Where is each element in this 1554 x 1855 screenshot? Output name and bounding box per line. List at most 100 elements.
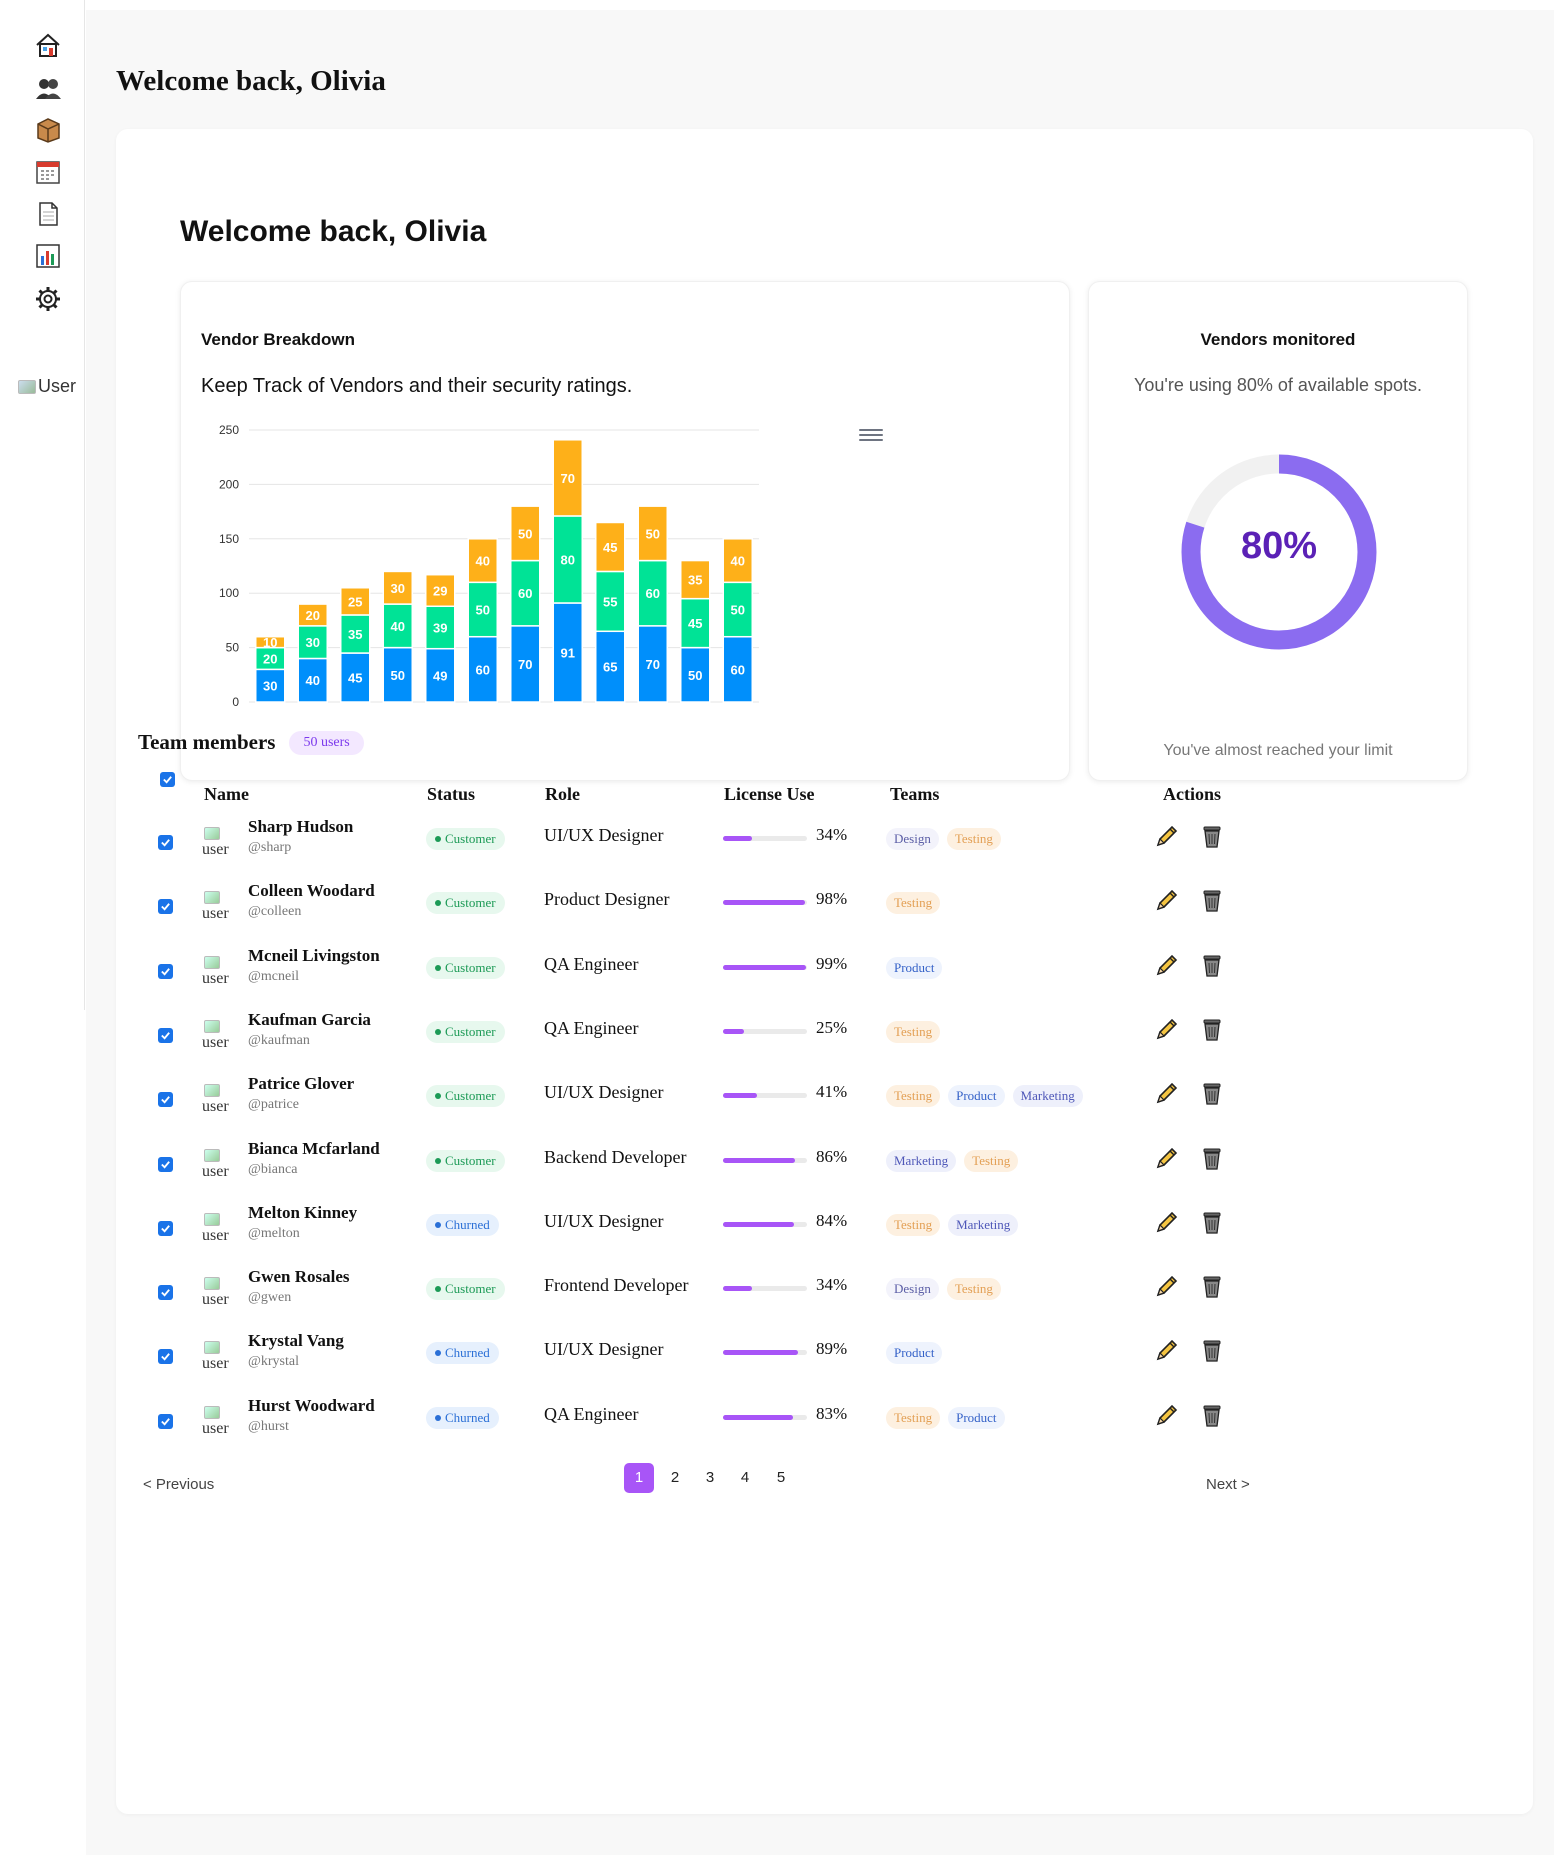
column-name[interactable]: Name [204,784,249,805]
row-checkbox[interactable] [158,963,173,979]
edit-icon[interactable] [1154,952,1180,978]
member-handle: @gwen [248,1290,292,1306]
team-tag: Product [948,1406,1005,1429]
member-handle: @colleen [248,904,302,920]
document-icon[interactable] [34,200,62,228]
team-tag: Testing [886,1406,941,1429]
edit-icon[interactable] [1154,887,1180,913]
avatar: user [202,891,238,925]
avatar: user [202,1341,238,1375]
settings-icon[interactable] [34,285,62,313]
member-name: Kaufman Garcia [248,1009,371,1029]
avatar-alt-text: user [202,1419,229,1437]
previous-page-link[interactable]: < Previous [143,1476,214,1493]
team-header: Team members 50 users [138,730,364,755]
member-handle: @sharp [248,840,292,855]
page-4-button[interactable]: 4 [730,1463,760,1493]
select-all-checkbox[interactable] [160,772,175,787]
bar-chart-icon[interactable] [34,242,62,270]
member-role: Frontend Developer [544,1275,689,1296]
team-tag: Marketing [886,1149,957,1172]
edit-icon[interactable] [1154,1145,1180,1171]
calendar-icon[interactable] [34,158,62,186]
delete-icon[interactable] [1200,1016,1224,1042]
delete-icon[interactable] [1200,1209,1224,1235]
users-icon[interactable] [34,74,62,102]
edit-icon[interactable] [1154,823,1180,849]
broken-image-icon [204,891,220,905]
edit-icon[interactable] [1154,1273,1180,1299]
broken-image-icon [18,379,36,394]
user-avatar[interactable]: User [18,376,76,397]
home-icon[interactable] [34,31,62,59]
team-tag: Marketing [948,1213,1019,1236]
license-percent: 84% [816,1210,848,1230]
row-checkbox[interactable] [158,1092,173,1108]
license-percent: 34% [816,825,848,844]
team-tags: Testing Product [886,1406,1005,1429]
edit-icon[interactable] [1154,1402,1180,1428]
delete-icon[interactable] [1200,952,1224,978]
member-name: Patrice Glover [248,1074,355,1094]
license-percent: 86% [816,1146,848,1166]
page-5-button[interactable]: 5 [766,1463,796,1493]
row-checkbox[interactable] [158,1027,173,1043]
team-tag: Testing [886,1213,941,1236]
page-3-button[interactable]: 3 [695,1463,725,1493]
team-tags: Marketing Testing [886,1149,1019,1172]
team-section: Team members 50 users Name Status Role L… [86,0,1554,1855]
license-percent: 83% [816,1403,848,1423]
delete-icon[interactable] [1200,1080,1224,1106]
page-1-button[interactable]: 1 [624,1463,654,1493]
row-checkbox[interactable] [158,1156,173,1172]
row-checkbox[interactable] [158,1413,173,1429]
team-tag: Testing [886,1020,941,1043]
edit-icon[interactable] [1154,1337,1180,1363]
column-status[interactable]: Status [427,784,475,805]
column-role[interactable]: Role [545,784,580,805]
edit-icon[interactable] [1154,1080,1180,1106]
status-badge: Churned [426,1213,499,1236]
avatar: user [202,955,238,990]
avatar: user [202,827,238,861]
row-checkbox[interactable] [158,1285,173,1301]
team-tags: Testing [886,892,941,915]
page-2-button[interactable]: 2 [660,1463,690,1493]
row-checkbox[interactable] [158,899,173,915]
delete-icon[interactable] [1200,1337,1224,1363]
broken-image-icon [204,1084,220,1098]
license-bar [723,1157,807,1163]
row-checkbox[interactable] [158,835,173,850]
delete-icon[interactable] [1200,887,1224,913]
member-name: Colleen Woodard [248,881,375,901]
delete-icon[interactable] [1200,1145,1224,1171]
license-bar [723,1350,807,1356]
status-badge: Customer [426,1020,505,1043]
member-handle: @kaufman [248,1032,310,1048]
avatar: user [202,1212,238,1247]
column-license[interactable]: License Use [724,784,814,805]
next-page-link[interactable]: Next > [1206,1476,1250,1493]
license-percent: 99% [816,953,848,973]
delete-icon[interactable] [1200,1273,1224,1299]
edit-icon[interactable] [1154,1016,1180,1042]
avatar-alt-text: user [202,1162,229,1180]
box-icon[interactable] [34,116,62,144]
edit-icon[interactable] [1154,1209,1180,1235]
delete-icon[interactable] [1200,1402,1224,1428]
member-handle: @mcneil [248,968,299,984]
column-teams[interactable]: Teams [890,784,939,805]
member-role: UI/UX Designer [544,1339,664,1360]
sidebar: User [0,0,85,1010]
license-percent: 25% [816,1017,848,1037]
license-percent: 41% [816,1082,848,1102]
team-tags: Product [886,1342,943,1365]
column-actions: Actions [1163,784,1221,804]
member-role: Product Designer [544,889,670,910]
row-checkbox[interactable] [158,1349,173,1365]
license-bar [723,1028,807,1034]
broken-image-icon [204,1277,220,1291]
delete-icon[interactable] [1200,823,1224,849]
row-checkbox[interactable] [158,1220,173,1236]
license-percent: 34% [816,1275,848,1295]
